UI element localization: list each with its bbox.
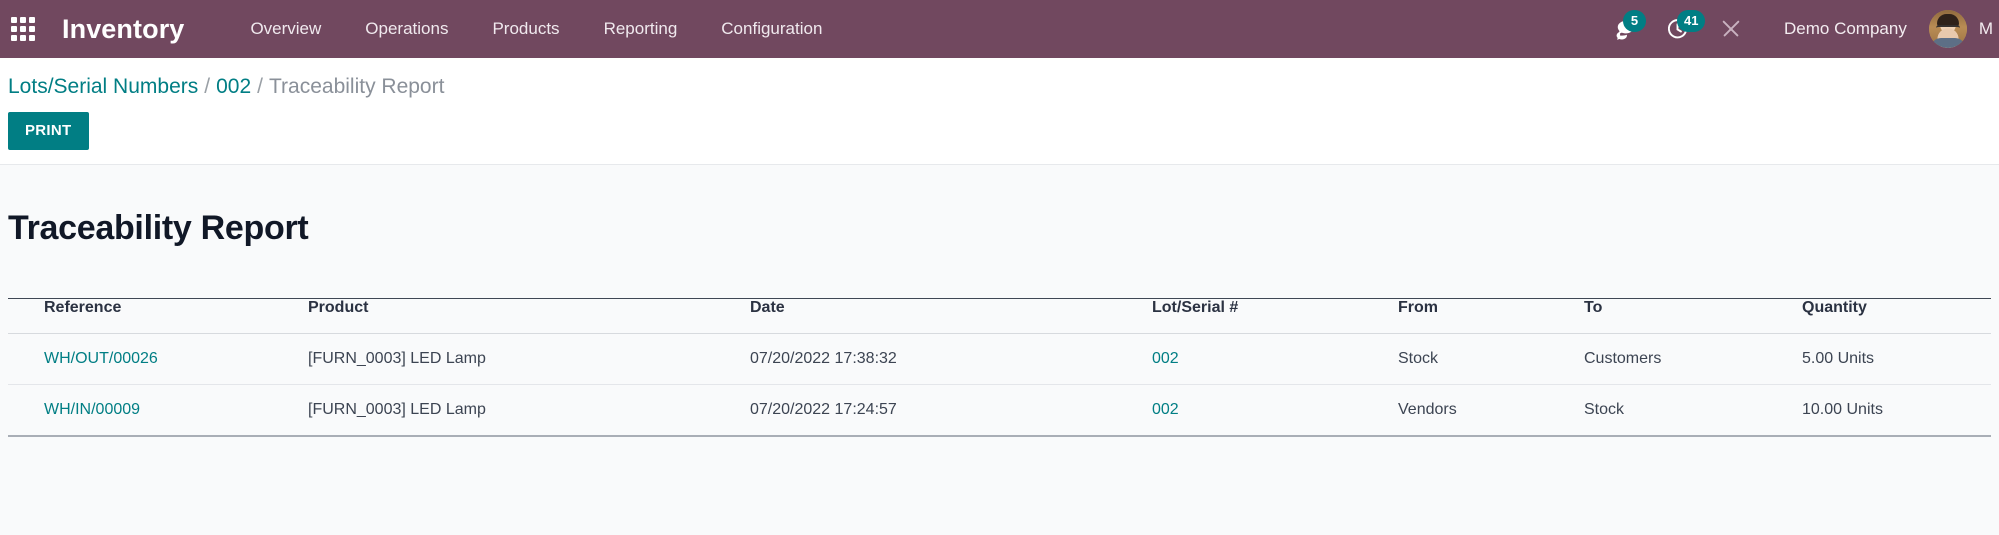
cell-from: Stock: [1398, 333, 1584, 385]
table-header-row: Reference Product Date Lot/Serial # From…: [8, 298, 1991, 334]
table-row[interactable]: WH/IN/00009 [FURN_0003] LED Lamp 07/20/2…: [8, 384, 1991, 437]
menu-item-products[interactable]: Products: [470, 0, 581, 58]
top-navbar: Inventory Overview Operations Products R…: [0, 0, 1999, 58]
breadcrumb-separator-2: /: [257, 75, 263, 98]
table-body: WH/OUT/00026 [FURN_0003] LED Lamp 07/20/…: [8, 333, 1991, 437]
menu-item-operations[interactable]: Operations: [343, 0, 470, 58]
menu-item-configuration[interactable]: Configuration: [699, 0, 844, 58]
cell-to: Stock: [1584, 384, 1802, 437]
lot-serial-link[interactable]: 002: [1152, 350, 1179, 367]
table-row[interactable]: WH/OUT/00026 [FURN_0003] LED Lamp 07/20/…: [8, 333, 1991, 385]
cell-date: 07/20/2022 17:24:57: [750, 384, 1152, 437]
breadcrumb: Lots/Serial Numbers/002/Traceability Rep…: [8, 72, 1999, 102]
breadcrumb-current: Traceability Report: [268, 75, 445, 98]
column-header-reference: Reference: [8, 298, 308, 334]
table-head: Reference Product Date Lot/Serial # From…: [8, 298, 1991, 334]
reference-link[interactable]: WH/IN/00009: [44, 401, 140, 418]
apps-grid-glyph: [11, 17, 35, 41]
cell-product: [FURN_0003] LED Lamp: [308, 384, 750, 437]
column-header-date: Date: [750, 298, 1152, 334]
column-header-product: Product: [308, 298, 750, 334]
cell-from: Vendors: [1398, 384, 1584, 437]
breadcrumb-002[interactable]: 002: [216, 75, 251, 98]
apps-grid-icon[interactable]: [8, 0, 38, 58]
avatar: [1928, 10, 1967, 48]
page-title: Traceability Report: [8, 209, 309, 247]
activities-button[interactable]: 41: [1650, 0, 1706, 58]
breadcrumb-separator-1: /: [204, 75, 211, 98]
column-header-lot-serial: Lot/Serial #: [1152, 298, 1398, 334]
cell-quantity: 5.00 Units: [1802, 333, 1991, 385]
cell-reference: WH/IN/00009: [8, 384, 308, 437]
menu-item-reporting[interactable]: Reporting: [582, 0, 700, 58]
user-menu[interactable]: M: [1928, 10, 1999, 48]
wrench-screwdriver-icon: [1720, 18, 1742, 40]
developer-tools-button[interactable]: [1704, 0, 1758, 58]
cell-reference: WH/OUT/00026: [8, 333, 308, 385]
username-label: M: [1978, 19, 1993, 38]
cell-product: [FURN_0003] LED Lamp: [308, 333, 750, 385]
traceability-table: Reference Product Date Lot/Serial # From…: [8, 298, 1991, 437]
column-header-quantity: Quantity: [1802, 298, 1991, 334]
report-sheet: Traceability Report Reference Product Da…: [0, 165, 1999, 437]
reference-link[interactable]: WH/OUT/00026: [44, 350, 158, 367]
cell-lot-serial: 002: [1152, 333, 1398, 385]
control-panel: Lots/Serial Numbers/002/Traceability Rep…: [0, 58, 1999, 165]
cell-quantity: 10.00 Units: [1802, 384, 1991, 437]
messages-badge-count: 5: [1623, 10, 1646, 32]
column-header-from: From: [1398, 298, 1584, 334]
cell-date: 07/20/2022 17:38:32: [750, 333, 1152, 385]
menu-item-overview[interactable]: Overview: [228, 0, 343, 58]
lot-serial-link[interactable]: 002: [1152, 401, 1179, 418]
breadcrumb-lots-serial-numbers[interactable]: Lots/Serial Numbers: [8, 75, 198, 98]
column-header-to: To: [1584, 298, 1802, 334]
main-menu: Overview Operations Products Reporting C…: [228, 0, 844, 58]
navbar-right-tools: 5 41 Demo Company M: [1596, 0, 1999, 58]
activities-badge-count: 41: [1677, 10, 1706, 32]
messages-button[interactable]: 5: [1596, 0, 1650, 58]
print-button[interactable]: PRINT: [8, 112, 89, 150]
app-brand-inventory[interactable]: Inventory: [62, 14, 184, 45]
cell-to: Customers: [1584, 333, 1802, 385]
cell-lot-serial: 002: [1152, 384, 1398, 437]
company-switcher[interactable]: Demo Company: [1758, 19, 1929, 39]
